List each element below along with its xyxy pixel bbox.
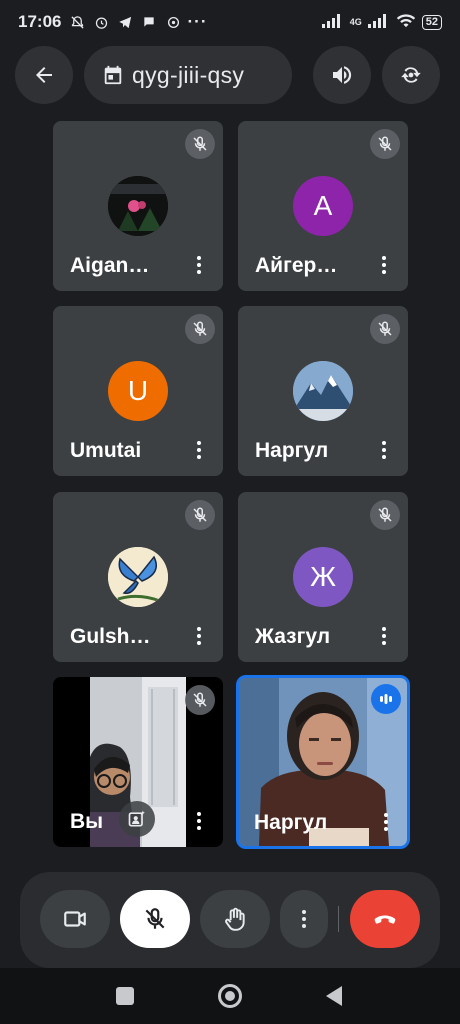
arrow-back-icon	[36, 67, 52, 83]
participant-tile[interactable]: U Umutai	[53, 306, 223, 476]
audio-level-icon	[380, 694, 392, 704]
calendar-icon	[104, 65, 122, 85]
participant-name: Aigan…	[70, 254, 150, 277]
participant-more-button[interactable]	[376, 810, 396, 834]
participant-more-button[interactable]	[189, 809, 209, 833]
volume-icon	[333, 66, 352, 84]
participant-name: Наргул	[255, 439, 329, 462]
meeting-info-button[interactable]: qyg-jiii-qsy	[84, 46, 292, 104]
signal-icon	[321, 13, 344, 31]
home-dot-icon	[225, 991, 235, 1001]
active-speaker-tile[interactable]: Наргул	[236, 675, 410, 849]
avatar	[108, 176, 168, 236]
mic-off-icon	[370, 129, 400, 159]
raise-hand-button[interactable]	[200, 890, 270, 948]
more-vert-icon	[197, 256, 201, 274]
status-bar: 17:06 ··· 4G 52	[0, 0, 460, 44]
more-vert-icon	[197, 627, 201, 645]
videocam-icon	[64, 911, 86, 927]
participant-tile[interactable]: A Айгер…	[238, 121, 408, 291]
camera-button[interactable]	[40, 890, 110, 948]
portrait-effects-icon	[128, 810, 145, 827]
wifi-icon	[396, 13, 416, 31]
participant-more-button[interactable]	[374, 253, 394, 277]
avatar	[108, 547, 168, 607]
participant-tile[interactable]: Gulsh…	[53, 492, 223, 662]
meeting-code: qyg-jiii-qsy	[132, 61, 245, 88]
home-button[interactable]	[218, 984, 242, 1008]
chat-icon	[141, 14, 157, 30]
more-vert-icon	[382, 627, 386, 645]
system-navigation-bar	[0, 968, 460, 1024]
recents-button[interactable]	[116, 987, 134, 1005]
network-type: 4G	[349, 17, 362, 27]
signal-icon-2	[367, 13, 390, 31]
battery-indicator: 52	[421, 14, 442, 30]
mic-off-icon	[185, 129, 215, 159]
mic-off-icon	[185, 314, 215, 344]
mic-off-icon	[185, 500, 215, 530]
sync-icon	[165, 14, 181, 30]
call-controls	[20, 872, 440, 968]
notification-muted-icon	[69, 14, 85, 30]
participant-name: Вы	[70, 810, 104, 833]
participant-tile[interactable]: Ж Жазгул	[238, 492, 408, 662]
switch-camera-icon	[401, 67, 421, 83]
avatar-letter: Ж	[310, 561, 336, 592]
mic-off-icon	[145, 908, 165, 929]
avatar: A	[293, 176, 353, 236]
telegram-icon	[117, 14, 133, 30]
avatar: U	[108, 361, 168, 421]
participant-name: Umutai	[70, 439, 142, 462]
participant-more-button[interactable]	[374, 624, 394, 648]
participant-more-button[interactable]	[189, 438, 209, 462]
speaking-indicator	[371, 684, 401, 714]
participant-more-button[interactable]	[189, 253, 209, 277]
mic-off-icon	[370, 500, 400, 530]
triangle-back-icon	[326, 986, 342, 1006]
participant-more-button[interactable]	[189, 624, 209, 648]
effects-button[interactable]	[119, 801, 155, 837]
audio-output-button[interactable]	[313, 46, 371, 104]
participant-name: Наргул	[254, 811, 328, 834]
more-vert-icon	[382, 441, 386, 459]
mic-off-icon	[370, 314, 400, 344]
avatar	[293, 361, 353, 421]
switch-camera-button[interactable]	[382, 46, 440, 104]
avatar-letter: A	[313, 190, 333, 221]
more-options-button[interactable]	[280, 890, 328, 948]
more-vert-icon	[384, 813, 388, 831]
back-button[interactable]	[15, 46, 73, 104]
mic-off-icon	[185, 685, 215, 715]
alarm-icon	[93, 14, 109, 30]
status-time: 17:06	[18, 12, 62, 31]
avatar: Ж	[293, 547, 353, 607]
call-end-icon	[374, 915, 396, 924]
avatar-letter: U	[127, 375, 149, 406]
back-nav-button[interactable]	[324, 985, 344, 1012]
more-vert-icon	[382, 256, 386, 274]
divider	[338, 906, 339, 932]
hang-up-button[interactable]	[350, 890, 420, 948]
more-vert-icon	[302, 910, 306, 928]
participant-name: Айгер…	[255, 254, 338, 277]
more-vert-icon	[197, 441, 201, 459]
hand-icon	[225, 907, 245, 931]
microphone-button[interactable]	[120, 890, 190, 948]
self-video-tile[interactable]: Вы	[53, 677, 223, 847]
participant-name: Жазгул	[255, 625, 331, 648]
participant-tile[interactable]: Aigan…	[53, 121, 223, 291]
participant-more-button[interactable]	[374, 438, 394, 462]
more-notifications-icon: ···	[187, 12, 208, 31]
participant-name: Gulsh…	[70, 625, 151, 648]
meeting-top-bar: qyg-jiii-qsy	[0, 46, 460, 104]
participant-tile[interactable]: Наргул	[238, 306, 408, 476]
more-vert-icon	[197, 812, 201, 830]
